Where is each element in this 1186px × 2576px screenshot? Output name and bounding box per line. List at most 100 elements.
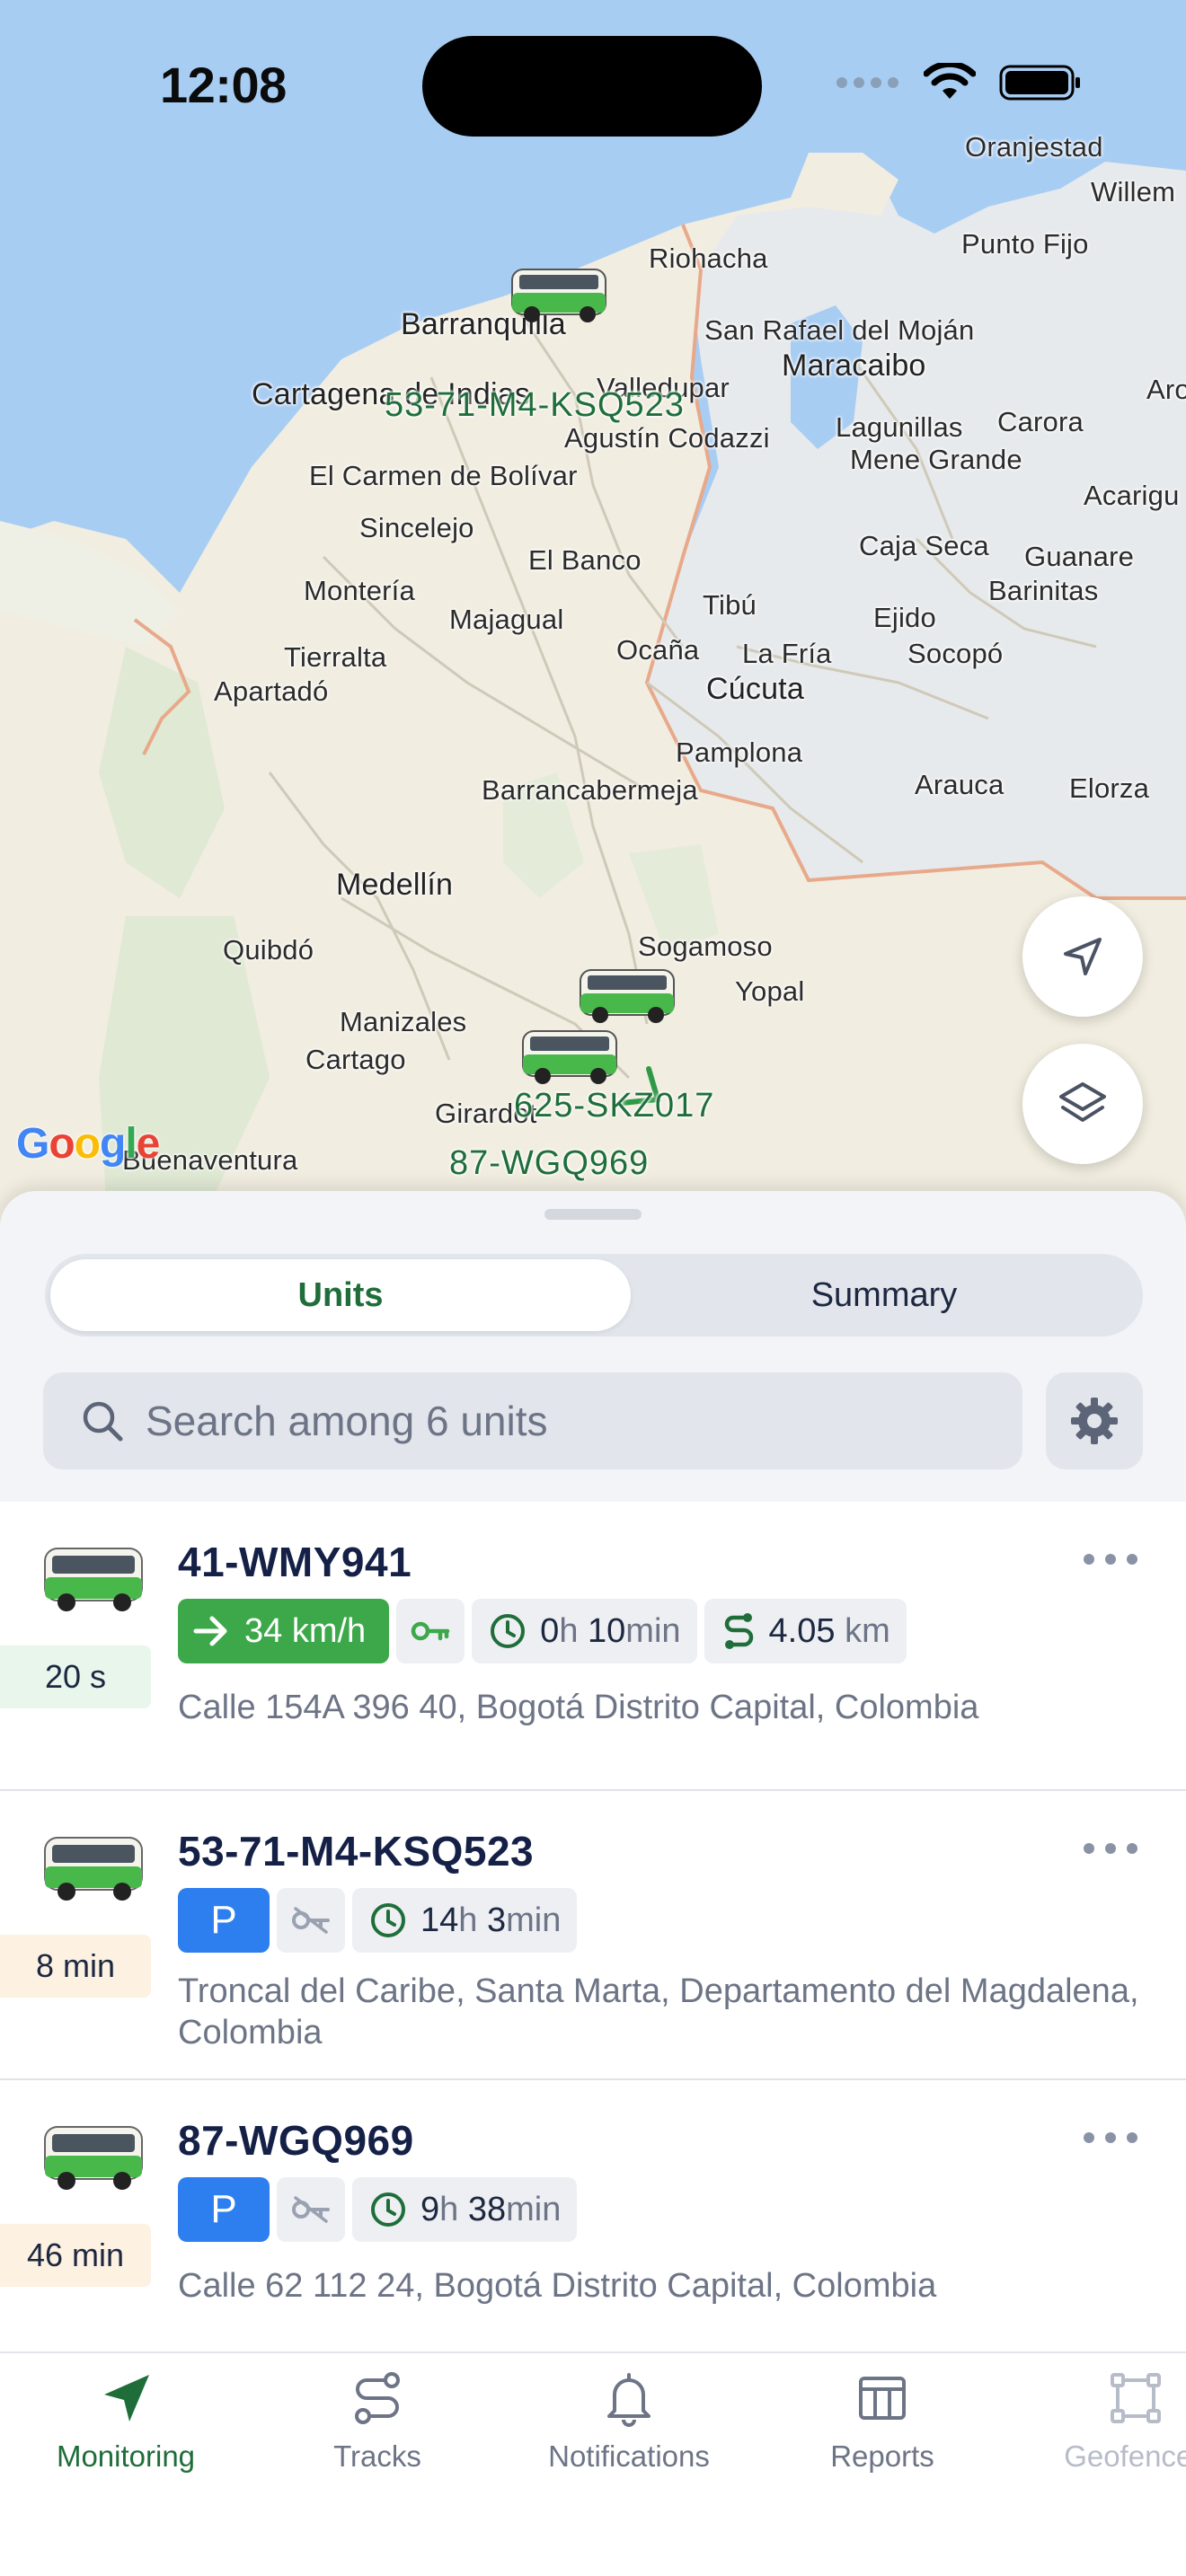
city-label: Carora (997, 406, 1084, 437)
duration-minutes: 10 (588, 1611, 626, 1650)
duration-minutes: 38 (467, 2190, 507, 2228)
key-off-icon (292, 1907, 330, 1934)
ignition-off-chip (277, 2177, 345, 2242)
layers-icon (1059, 1082, 1106, 1122)
duration-minutes: 3 (486, 1901, 507, 1939)
bus-marker-icon[interactable] (507, 262, 611, 325)
city-label: Montería (304, 575, 415, 606)
city-label: Caja Seca (859, 530, 989, 561)
city-label: Aro (1146, 374, 1186, 405)
dynamic-island (422, 36, 762, 137)
status-bar-time: 12:08 (160, 57, 287, 113)
more-options-button[interactable] (1084, 2120, 1137, 2156)
unit-address: Troncal del Caribe, Santa Marta, Departa… (178, 1972, 1139, 2051)
key-icon (411, 1621, 450, 1641)
nav-label: Monitoring (56, 2439, 196, 2473)
city-label: Cartago (305, 1044, 406, 1075)
map-view[interactable]: Oranjestad Willem Punto Fijo Riohacha Ba… (0, 0, 1186, 1231)
ignition-chip (396, 1599, 465, 1663)
city-label: Barrancabermeja (482, 774, 698, 806)
bus-icon (44, 1548, 143, 1611)
duration-minutes-unit: min (506, 2190, 562, 2228)
last-update-badge: 46 min (0, 2224, 151, 2287)
navigation-arrow-icon (104, 2375, 149, 2422)
duration-hours: 0 (540, 1611, 560, 1650)
parking-chip: P (178, 1888, 270, 1953)
duration-chip: 14h 3min (352, 1888, 578, 1953)
unit-row[interactable]: 20 s 41-WMY941 34 km/h 0h 10min 4.05 km … (0, 1502, 1186, 1791)
ignition-off-chip (277, 1888, 345, 1953)
last-update-badge: 20 s (0, 1645, 151, 1708)
city-label: Socopó (907, 638, 1004, 669)
city-label: Cúcuta (706, 672, 804, 706)
duration-hours-unit: h (458, 1901, 478, 1939)
more-options-button[interactable] (1084, 1541, 1137, 1577)
city-label: Ejido (873, 602, 936, 633)
bus-marker-icon[interactable] (518, 1024, 622, 1087)
city-label: Apartadó (214, 675, 329, 707)
search-icon (83, 1401, 123, 1442)
location-arrow-icon (1064, 938, 1102, 975)
duration-hours: 9 (420, 2190, 440, 2228)
search-input[interactable]: Search among 6 units (43, 1372, 1022, 1469)
more-options-button[interactable] (1084, 1831, 1137, 1866)
parking-chip: P (178, 2177, 270, 2242)
unit-name: 41-WMY941 (178, 1539, 412, 1585)
segmented-control[interactable]: Units Summary (45, 1254, 1143, 1337)
list-settings-button[interactable] (1046, 1372, 1143, 1469)
map-unit-label[interactable]: 53-71-M4-KSQ523 (385, 386, 685, 425)
nav-monitoring[interactable]: Monitoring (9, 2369, 243, 2474)
city-label: Agustín Codazzi (564, 422, 770, 454)
nav-tracks[interactable]: Tracks (261, 2369, 494, 2474)
search-placeholder: Search among 6 units (146, 1398, 548, 1444)
nav-geofences[interactable]: Geofences (1019, 2369, 1186, 2474)
unit-chips: P 14h 3min (178, 1888, 578, 1953)
signal-dots-icon (836, 77, 898, 88)
tab-summary[interactable]: Summary (631, 1259, 1137, 1331)
distance-value: 4.05 (768, 1611, 836, 1650)
city-label: San Rafael del Moján (704, 314, 975, 346)
arrow-right-icon (193, 1616, 227, 1646)
city-label: Willem (1091, 176, 1176, 207)
speed-value: 34 km/h (244, 1611, 367, 1650)
distance-unit: km (845, 1611, 890, 1650)
city-label: La Fría (742, 638, 832, 669)
duration-hours-unit: h (559, 1611, 579, 1650)
battery-icon (999, 65, 1080, 101)
city-label: Ocaña (616, 634, 700, 666)
geofence-icon (1111, 2373, 1161, 2423)
tab-units[interactable]: Units (50, 1259, 631, 1331)
units-list[interactable]: 20 s 41-WMY941 34 km/h 0h 10min 4.05 km … (0, 1502, 1186, 2369)
unit-address: Calle 62 112 24, Bogotá Distrito Capital… (178, 2267, 937, 2305)
unit-row[interactable]: 8 min 53-71-M4-KSQ523 P 14h 3min Troncal… (0, 1791, 1186, 2080)
duration-minutes-unit: min (506, 1901, 562, 1939)
map-unit-label[interactable]: 87-WGQ969 (449, 1144, 649, 1183)
reports-table-icon (859, 2377, 906, 2420)
city-label: Sincelejo (359, 512, 474, 543)
bus-icon (44, 1837, 143, 1901)
city-label: Barinitas (988, 575, 1099, 606)
last-update-badge: 8 min (0, 1935, 151, 1998)
map-layers-button[interactable] (1022, 1044, 1143, 1164)
nav-reports[interactable]: Reports (766, 2369, 999, 2474)
map-unit-label[interactable]: 625-SKZ017 (514, 1087, 714, 1125)
tracks-icon (355, 2372, 400, 2424)
unit-address: Calle 154A 396 40, Bogotá Distrito Capit… (178, 1689, 979, 1726)
my-location-button[interactable] (1022, 896, 1143, 1017)
city-label: Tierralta (284, 641, 387, 673)
clock-icon (491, 1614, 526, 1648)
duration-hours-unit: h (439, 2190, 459, 2228)
unit-chips: P 9h 38min (178, 2177, 578, 2242)
nav-label: Geofences (1064, 2439, 1186, 2473)
duration-minutes-unit: min (625, 1611, 681, 1650)
bus-marker-icon[interactable] (575, 963, 679, 1026)
nav-label: Reports (830, 2439, 934, 2473)
sheet-grabber[interactable] (544, 1209, 642, 1220)
unit-row[interactable]: 46 min 87-WGQ969 P 9h 38min Calle 62 112… (0, 2080, 1186, 2369)
nav-notifications[interactable]: Notifications (512, 2369, 746, 2474)
city-label: El Banco (528, 544, 642, 576)
city-label: Medellín (336, 868, 454, 902)
route-icon (724, 1613, 753, 1649)
city-label: El Carmen de Bolívar (309, 460, 578, 491)
duration-hours: 14 (420, 1901, 459, 1939)
